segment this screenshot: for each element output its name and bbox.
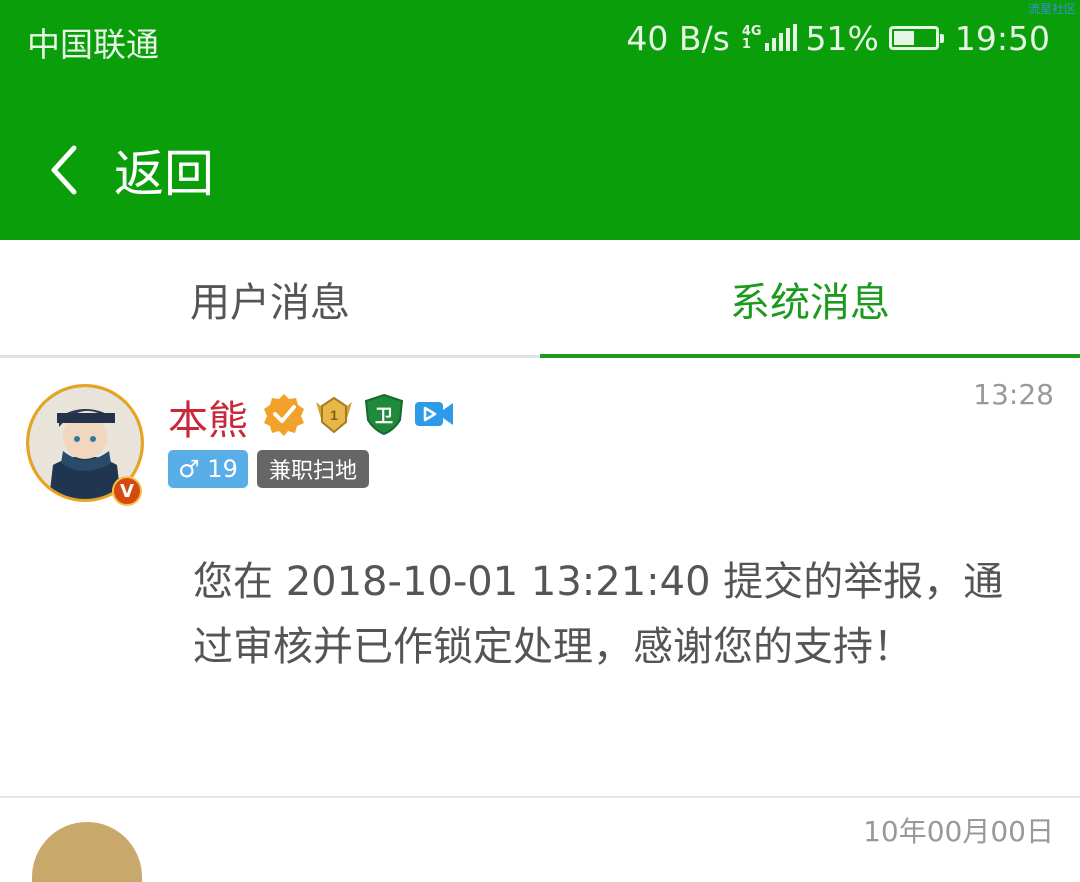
message-body: 您在 2018-10-01 13:21:40 提交的举报，通过审核并已作锁定处理… xyxy=(193,559,1004,670)
verified-badge-icon xyxy=(264,394,304,436)
level-badge-icon: 1 xyxy=(316,396,352,434)
tab-system-messages[interactable]: 系统消息 xyxy=(540,240,1080,358)
battery-percent: 51% xyxy=(805,18,879,58)
clock: 19:50 xyxy=(954,18,1050,58)
network-type-icon: 4G 1 xyxy=(742,25,762,51)
next-message-avatar[interactable] xyxy=(32,822,142,882)
app-header: 流星社区 中国联通 40 B/s 4G 1 51% 19:50 返回 xyxy=(0,0,1080,240)
status-bar: 中国联通 40 B/s 4G 1 51% 19:50 xyxy=(0,0,1080,78)
carrier-name: 中国联通 xyxy=(27,25,159,64)
chevron-left-icon xyxy=(51,145,77,195)
signal-icon xyxy=(764,24,800,51)
level-badge-number: 1 xyxy=(330,407,338,423)
status-indicators: 40 B/s 4G 1 51% 19:50 xyxy=(626,16,1050,60)
user-badges: 1 卫 xyxy=(262,392,462,436)
back-label: 返回 xyxy=(114,145,214,203)
role-tag: 兼职扫地 xyxy=(257,450,370,488)
video-badge-icon xyxy=(415,402,453,426)
message-item[interactable]: V 本熊 1 卫 13:28 ♂ 19 兼职扫地 您在 2018-10-01 1… xyxy=(0,358,1080,798)
username[interactable]: 本熊 xyxy=(168,388,248,446)
tab-user-messages[interactable]: 用户消息 xyxy=(0,240,540,358)
back-button[interactable]: 返回 xyxy=(44,130,214,210)
network-speed: 40 B/s xyxy=(626,18,730,58)
vip-badge: V xyxy=(112,476,142,506)
message-time: 13:28 xyxy=(973,378,1054,411)
gender-age-tag: ♂ 19 xyxy=(168,450,248,488)
message-tabs: 用户消息 系统消息 xyxy=(0,240,1080,358)
next-message-time: 10年00月00日 xyxy=(863,815,1054,848)
guard-badge-icon: 卫 xyxy=(364,393,404,436)
network-type-sub: 1 xyxy=(741,37,751,52)
guard-badge-label: 卫 xyxy=(375,406,393,427)
battery-icon xyxy=(888,26,944,50)
